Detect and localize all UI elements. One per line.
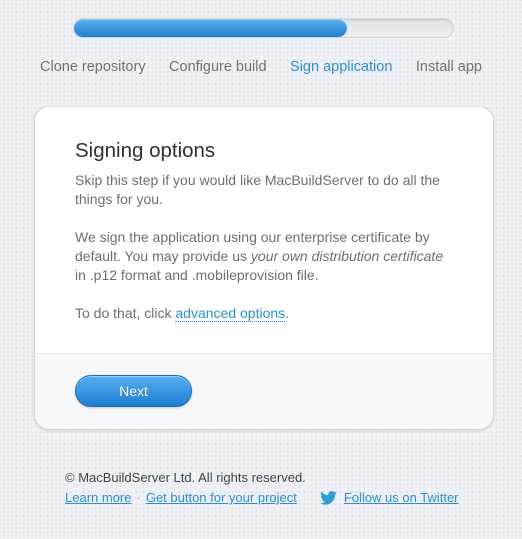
- advanced-prefix: To do that, click: [75, 305, 176, 321]
- progress-bar: [73, 18, 454, 38]
- learn-more-link[interactable]: Learn more: [65, 490, 131, 505]
- copyright-text: © MacBuildServer Ltd. All rights reserve…: [65, 470, 306, 485]
- sign-text-part-2: in .p12 format and .mobileprovision file…: [75, 267, 319, 283]
- follow-twitter-link[interactable]: Follow us on Twitter: [344, 490, 459, 505]
- signing-options-card: Signing options Skip this step if you wo…: [35, 107, 493, 429]
- sign-text-emphasis: your own distribution certificate: [250, 248, 444, 264]
- footer-links: Learn more · Get button for your project…: [65, 490, 459, 505]
- advanced-suffix: .: [285, 305, 290, 321]
- next-button[interactable]: Next: [75, 375, 192, 407]
- step-clone-repository[interactable]: Clone repository: [40, 59, 146, 75]
- skip-description: Skip this step if you would like MacBuil…: [75, 172, 440, 207]
- link-separator: ·: [136, 490, 141, 505]
- get-button-link[interactable]: Get button for your project: [146, 490, 297, 505]
- progress-fill: [74, 19, 347, 37]
- advanced-options-text: To do that, click advanced options.: [75, 304, 453, 323]
- advanced-options-link[interactable]: advanced options: [175, 305, 286, 322]
- card-body: Signing options Skip this step if you wo…: [35, 107, 493, 353]
- step-sign-application[interactable]: Sign application: [290, 59, 392, 75]
- step-configure-build[interactable]: Configure build: [169, 59, 267, 75]
- card-footer: Next: [35, 353, 493, 429]
- sign-description: We sign the application using our enterp…: [75, 228, 453, 285]
- step-install-app[interactable]: Install app: [416, 59, 482, 75]
- card-title: Signing options: [75, 139, 216, 162]
- twitter-follow[interactable]: Follow us on Twitter: [319, 490, 459, 505]
- site-footer: © MacBuildServer Ltd. All rights reserve…: [65, 470, 459, 505]
- twitter-bird-icon: [319, 490, 337, 505]
- wizard-steps: Clone repository Configure build Sign ap…: [40, 59, 482, 75]
